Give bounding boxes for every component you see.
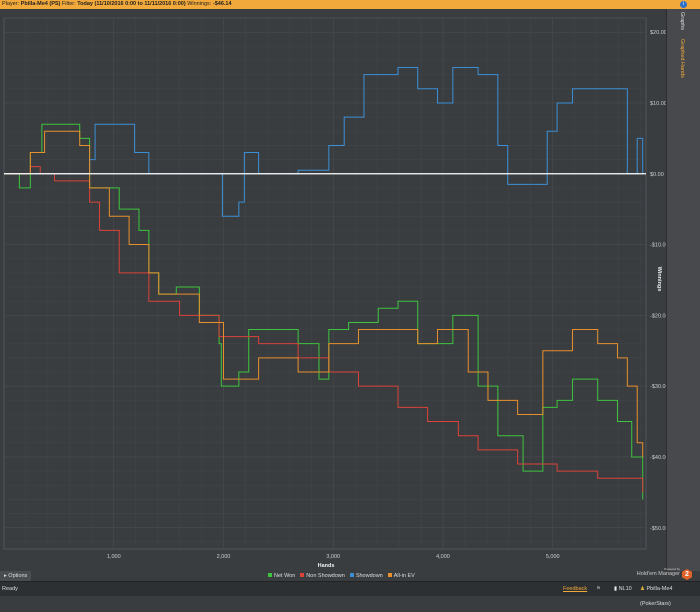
player-icon: ♟ (640, 586, 645, 592)
x-axis-title: Hands (318, 563, 335, 569)
status-bar: Ready Feedback ⚑ ▮ NL10 ♟ Pbilla-Me4 (Po… (0, 581, 700, 607)
tab-graphs[interactable]: Graphs (679, 12, 685, 30)
chart-svg: $20.00 $10.00 $0.00 -$10.00 -$20.00 -$30.00 -$… (3, 17, 666, 569)
filter-value[interactable]: Today (11/10/2016 0:00 to 11/11/2016 0:0… (77, 1, 185, 7)
database-icon: ▮ (614, 586, 618, 592)
y-tick-label: $20.00 (650, 30, 666, 36)
y-tick-label: -$40.00 (650, 455, 666, 461)
tab-graphed-hands[interactable]: Graphed Hands (679, 39, 685, 78)
y-tick-label: $0.00 (650, 172, 664, 178)
y-tick-label: -$30.00 (650, 384, 666, 390)
legend-swatch (268, 573, 272, 577)
legend-item[interactable]: All-in EV (387, 571, 415, 581)
player-name[interactable]: Pbilla-Me4 (PS) (21, 1, 61, 7)
x-tick-label: 4,000 (436, 554, 450, 560)
status-text: Ready (2, 586, 18, 592)
legend-swatch (300, 573, 305, 577)
y-axis-title: Winnings (656, 267, 662, 292)
filter-header-bar: Player: Pbilla-Me4 (PS) Filter: Today (1… (0, 0, 700, 9)
y-tick-label: $10.00 (650, 101, 666, 107)
plot-area (3, 17, 647, 550)
stake-indicator[interactable]: ▮ NL10 (614, 582, 632, 597)
legend-item[interactable]: Showdown (349, 571, 383, 581)
brand-name: Hold'em Manager (636, 571, 680, 577)
side-tab-strip: Graphs Graphed Hands (666, 9, 700, 571)
options-bar: ▸ Options Net Won Non Showdown Showdown All… (0, 567, 700, 581)
y-tick-label: -$10.00 (650, 243, 666, 249)
y-tick-label: -$50.00 (650, 526, 666, 532)
x-tick-label: 3,000 (326, 554, 340, 560)
info-icon[interactable]: i (680, 1, 687, 8)
options-label: Options (8, 573, 28, 579)
player-label: Player: (2, 1, 20, 7)
legend-label: Showdown (355, 573, 383, 579)
feedback-link[interactable]: Feedback (563, 582, 587, 597)
x-tick-label: 5,000 (546, 554, 560, 560)
powered-by-hem: Powered by Hold'em Manager (637, 567, 680, 577)
legend-item[interactable]: Net Won (268, 571, 295, 581)
chart-legend: Net Won Non Showdown Showdown All-in EV (268, 571, 415, 581)
winnings-label: Winnings: (187, 1, 212, 7)
player-status-label: Pbilla-Me4 (PokerStars) (640, 586, 673, 607)
player-indicator[interactable]: ♟ Pbilla-Me4 (PokerStars) (640, 582, 700, 612)
stake-label: NL10 (618, 586, 632, 592)
legend-item[interactable]: Non Showdown (300, 571, 345, 581)
filter-label: Filter: (61, 1, 76, 7)
legend-label: Non Showdown (306, 573, 345, 579)
options-button[interactable]: ▸ Options (0, 571, 32, 581)
legend-label: Net Won (274, 573, 296, 579)
flag-icon[interactable]: ⚑ (596, 582, 601, 597)
winnings-value: -$46.14 (212, 1, 232, 7)
x-tick-label: 2,000 (217, 554, 231, 560)
legend-swatch (349, 573, 354, 577)
legend-label: All-in EV (393, 573, 415, 579)
winnings-graph: $20.00 $10.00 $0.00 -$10.00 -$20.00 -$30.00 -$… (0, 9, 666, 571)
legend-swatch (387, 573, 392, 577)
x-tick-label: 1,000 (107, 554, 121, 560)
y-tick-label: -$20.00 (650, 313, 666, 319)
